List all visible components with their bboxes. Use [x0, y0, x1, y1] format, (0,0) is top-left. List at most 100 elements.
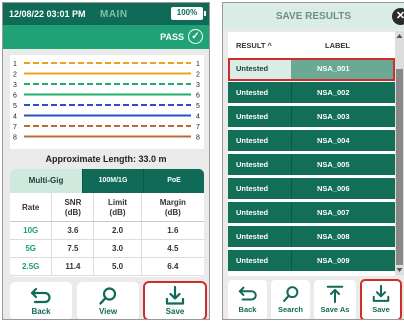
- list-item[interactable]: Untested NSA_007: [228, 202, 395, 223]
- status-bar: 12/08/22 03:01 PM MAIN 100%: [3, 3, 209, 25]
- label-cell: NSA_004: [317, 136, 350, 145]
- pin-label-right: 5: [196, 103, 200, 110]
- table-header-row: Rate SNR (dB) Limit (dB) Margin (dB): [10, 193, 204, 222]
- close-icon[interactable]: ✕: [392, 8, 404, 25]
- checkmark-icon: ✓: [188, 29, 203, 44]
- back-button[interactable]: Back: [228, 280, 267, 319]
- tab-multi-gig[interactable]: Multi-Gig: [10, 169, 82, 193]
- rate-cell: 2.5G: [10, 257, 52, 276]
- save-as-label: Save As: [320, 305, 350, 314]
- list-item[interactable]: Untested NSA_006: [228, 178, 395, 199]
- pin-label-right: 4: [196, 114, 200, 121]
- pin-label-right: 3: [196, 82, 200, 89]
- list-item[interactable]: Untested NSA_005: [228, 154, 395, 175]
- save-as-button[interactable]: Save As: [314, 280, 356, 319]
- pin-label-left: 2: [13, 72, 17, 79]
- column-divider: [291, 82, 292, 103]
- scroll-up-icon[interactable]: [395, 31, 404, 41]
- margin-cell: 1.6: [140, 221, 204, 240]
- download-icon: [165, 286, 185, 305]
- label-cell: NSA_003: [317, 112, 350, 121]
- back-arrow-icon: [238, 286, 257, 301]
- result-cell: Untested: [236, 256, 269, 265]
- limit-cell: 2.0: [93, 221, 142, 240]
- back-label: Back: [31, 307, 51, 316]
- column-divider: [291, 178, 292, 199]
- save-label: Save: [165, 307, 185, 316]
- rate-cell: 5G: [10, 239, 52, 258]
- result-cell: Untested: [236, 64, 269, 73]
- snr-cell: 11.4: [51, 257, 94, 276]
- pin-label-left: 3: [13, 82, 17, 89]
- column-header-limit: Limit (dB): [93, 193, 142, 222]
- pin-label-left: 8: [13, 135, 17, 142]
- label-cell: NSA_002: [317, 88, 350, 97]
- list-item[interactable]: Untested NSA_009: [228, 250, 395, 271]
- column-header-result[interactable]: RESULT ^: [236, 41, 272, 50]
- results-list: RESULT ^ LABEL Untested NSA_001 Untested NS…: [228, 32, 395, 276]
- result-cell: Untested: [236, 184, 269, 193]
- list-item[interactable]: Untested NSA_002: [228, 82, 395, 103]
- tab-100m-1g[interactable]: 100M/1G: [82, 169, 143, 193]
- bottom-nav: Back Search Save As Save: [223, 279, 404, 319]
- limit-cell: 3.0: [93, 239, 142, 258]
- list-item[interactable]: Untested NSA_003: [228, 106, 395, 127]
- tab-poe[interactable]: PoE: [143, 169, 204, 193]
- pass-banner: PASS ✓: [3, 25, 209, 49]
- scrollbar[interactable]: [395, 31, 404, 275]
- column-divider: [291, 202, 292, 223]
- magnifier-icon: [282, 286, 298, 302]
- list-item[interactable]: Untested NSA_001: [228, 58, 395, 79]
- pin-label-right: 1: [196, 61, 200, 68]
- rate-cell: 10G: [10, 221, 52, 240]
- limit-cell: 5.0: [93, 257, 142, 276]
- result-cell: Untested: [236, 232, 269, 241]
- pin-label-left: 7: [13, 124, 17, 131]
- list-item[interactable]: Untested NSA_008: [228, 226, 395, 247]
- dialog-title: SAVE RESULTS: [223, 3, 404, 29]
- mode-title: MAIN: [100, 9, 128, 20]
- label-cell: NSA_006: [317, 184, 350, 193]
- snr-cell: 7.5: [51, 239, 94, 258]
- column-header-rate: Rate: [10, 193, 52, 222]
- save-results-screen: SAVE RESULTS ✕ RESULT ^ LABEL Untested NS…: [222, 2, 404, 320]
- table-row: 5G 7.5 3.0 4.5: [10, 239, 204, 258]
- back-label: Back: [238, 305, 257, 314]
- view-button[interactable]: View: [77, 282, 139, 319]
- results-card: Multi-Gig 100M/1G PoE Rate SNR (dB) Limit…: [10, 169, 204, 277]
- pin-label-left: 5: [13, 103, 17, 110]
- result-cell: Untested: [236, 160, 269, 169]
- list-item[interactable]: Untested NSA_004: [228, 130, 395, 151]
- save-button[interactable]: Save: [360, 279, 402, 319]
- pin-label-right: 2: [196, 72, 200, 79]
- magnifier-icon: [99, 287, 117, 305]
- pin-label-right: 6: [196, 93, 200, 100]
- table-row: 10G 3.6 2.0 1.6: [10, 221, 204, 240]
- column-header-snr: SNR (dB): [51, 193, 94, 222]
- column-header-label[interactable]: LABEL: [325, 41, 350, 50]
- column-header-margin: Margin (dB): [140, 193, 204, 222]
- back-button[interactable]: Back: [10, 282, 72, 319]
- result-cell: Untested: [236, 88, 269, 97]
- pin-label-left: 4: [13, 114, 17, 121]
- pin-label-left: 1: [13, 61, 17, 68]
- label-cell: NSA_009: [317, 256, 350, 265]
- result-tabs: Multi-Gig 100M/1G PoE: [10, 169, 204, 193]
- pin-label-left: 6: [13, 93, 17, 100]
- search-button[interactable]: Search: [271, 280, 310, 319]
- wiremap-diagram: 1 1 2 2 3 3 6 6 5 5 4 4 7 7 8 8: [10, 55, 204, 149]
- scroll-down-icon[interactable]: [395, 265, 404, 275]
- status-time: 12/08/22 03:01 PM: [9, 9, 86, 19]
- column-divider: [291, 226, 292, 247]
- save-button[interactable]: Save: [143, 281, 207, 319]
- label-cell: NSA_008: [317, 232, 350, 241]
- snr-cell: 3.6: [51, 221, 94, 240]
- download-icon: [372, 284, 390, 302]
- search-label: Search: [277, 305, 304, 314]
- label-cell: NSA_007: [317, 208, 350, 217]
- approx-length: Approximate Length: 33.0 m: [45, 154, 167, 164]
- scroll-thumb[interactable]: [396, 69, 403, 265]
- margin-cell: 6.4: [140, 257, 204, 276]
- bottom-nav: Back View Save: [3, 281, 209, 319]
- column-divider: [291, 250, 292, 271]
